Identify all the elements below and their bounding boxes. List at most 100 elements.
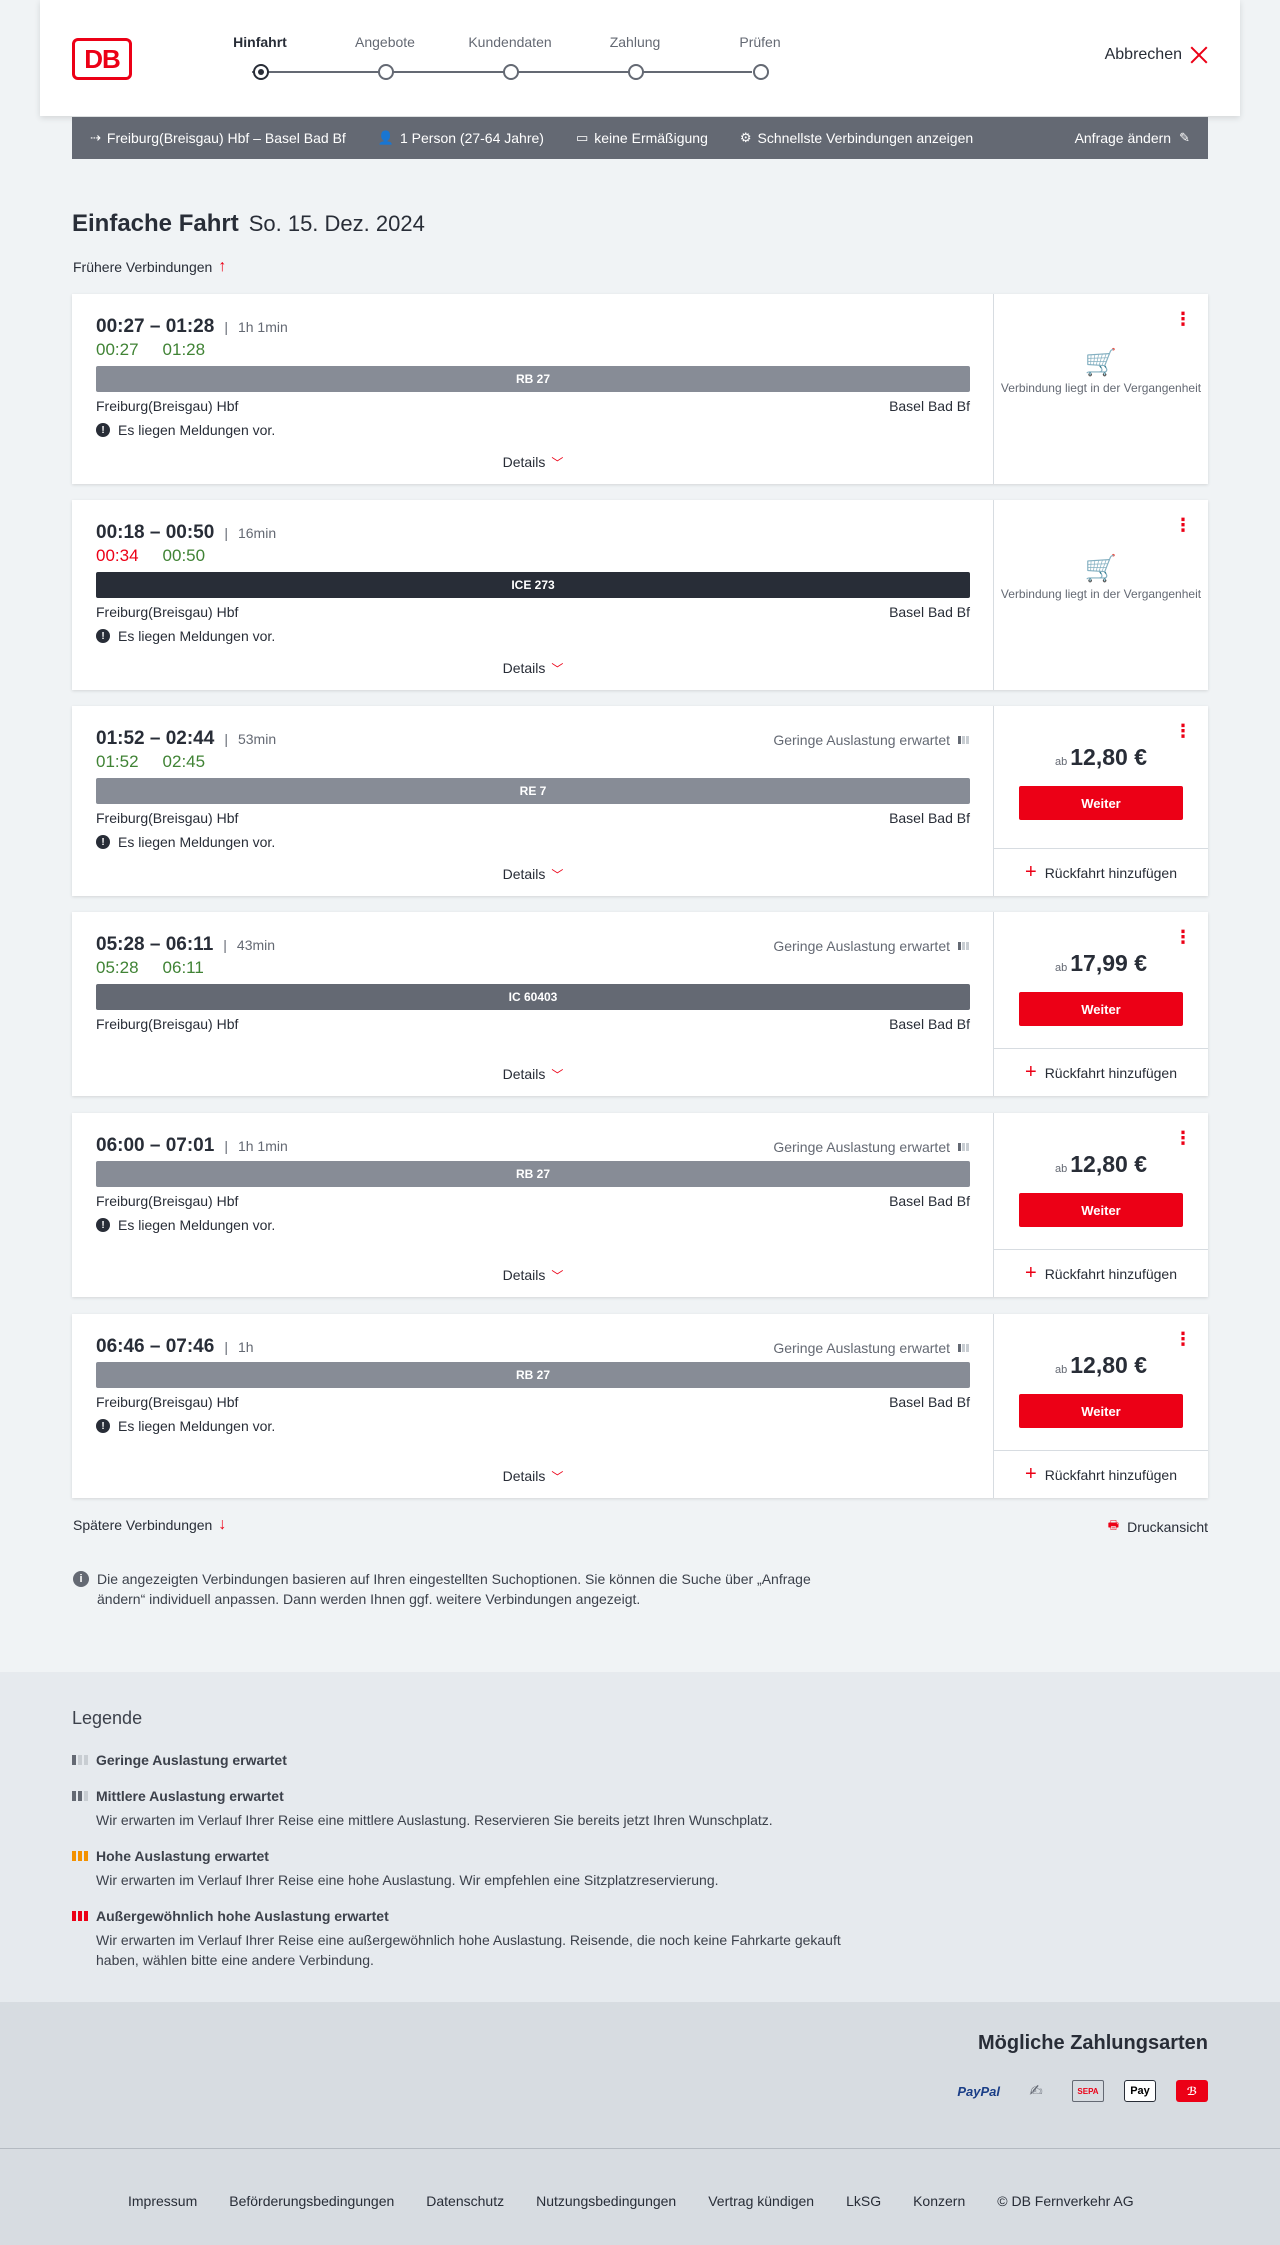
summary-persons[interactable]: 👤 1 Person (27-64 Jahre) [378,130,544,146]
train-bar[interactable]: RE 7 [96,778,970,804]
cancel-button[interactable]: Abbrechen [1105,46,1208,64]
summary-route[interactable]: ⇢ Freiburg(Breisgau) Hbf – Basel Bad Bf [90,130,346,146]
train-bar[interactable]: RB 27 [96,366,970,392]
route-text: Freiburg(Breisgau) Hbf – Basel Bad Bf [106,130,346,146]
footer-link-impressum[interactable]: Impressum [128,2193,197,2209]
train-bar[interactable]: RB 27 [96,1161,970,1187]
plus-icon: + [1025,1463,1037,1485]
train-bar[interactable]: IC 60403 [96,984,970,1010]
details-toggle[interactable]: Details ﹀ [72,660,994,677]
step-label: Prüfen [739,34,781,50]
step-kundendaten: Kundendaten [460,34,560,80]
connection-card[interactable]: 00:27 – 01:28 | 1h 1min 00:27 01:28 RB 27 Frei… [72,294,1208,484]
db-logo[interactable]: DB [72,38,132,80]
details-toggle[interactable]: Details ﹀ [72,1468,994,1485]
alert-icon: ! [96,423,110,437]
occupancy-low-icon [958,942,969,950]
more-options-icon[interactable]: ⋮ [1174,310,1192,328]
add-return-trip-button[interactable]: + Rückfahrt hinzufügen [994,1249,1208,1297]
earlier-connections-link[interactable]: Frühere Verbindungen ↑ [73,258,226,276]
legend-title: Legende [72,1708,143,1728]
summary-discount[interactable]: ▭ keine Ermäßigung [576,130,708,146]
details-toggle[interactable]: Details ﹀ [72,866,994,883]
footer-link-vertrag-kuendigen[interactable]: Vertrag kündigen [708,2193,814,2209]
separator: | [224,319,228,335]
connection-card[interactable]: 05:28 – 06:11 | 43min 05:28 06:11 Geringe Aus… [72,912,1208,1096]
origin-station: Freiburg(Breisgau) Hbf [96,1193,239,1209]
more-options-icon[interactable]: ⋮ [1174,1330,1192,1348]
offer-panel: ⋮ 🛒 Verbindung liegt in der Vergangenheit [994,294,1208,484]
past-text: Verbindung liegt in der Vergangenheit [1000,587,1202,601]
occupancy-text: Geringe Auslastung erwartet [773,1340,950,1356]
return-label: Rückfahrt hinzufügen [1044,1466,1177,1483]
step-dot [378,64,394,80]
realtime-row: 01:52 02:45 [96,752,229,772]
chevron-down-icon: ﹀ [551,662,564,676]
occupancy-high-icon [72,1851,88,1861]
stations-row: Freiburg(Breisgau) Hbf Basel Bad Bf [96,810,970,826]
connection-card[interactable]: 00:18 – 00:50 | 16min 00:34 00:50 ICE 273 Frei… [72,500,1208,690]
occupancy-text: Geringe Auslastung erwartet [773,938,950,954]
more-options-icon[interactable]: ⋮ [1174,928,1192,946]
add-return-trip-button[interactable]: + Rückfahrt hinzufügen [994,1450,1208,1498]
step-dot-active [253,64,269,80]
destination-station: Basel Bad Bf [889,1016,970,1032]
add-return-trip-button[interactable]: + Rückfahrt hinzufügen [994,1048,1208,1096]
footer-link-nutzung[interactable]: Nutzungsbedingungen [536,2193,676,2209]
separator: | [224,1138,228,1154]
planned-times: 05:28 – 06:11 [96,934,214,955]
notice: ! Es liegen Meldungen vor. [96,1217,275,1233]
offer-panel: ⋮ ab 17,99 € Weiter + Rückfahrt hinzufügen [994,912,1208,1096]
legend-item-title: Geringe Auslastung erwartet [96,1752,287,1768]
add-return-trip-button[interactable]: + Rückfahrt hinzufügen [994,848,1208,896]
legend-item-title: Mittlere Auslastung erwartet [96,1788,284,1804]
alert-icon: ! [96,1419,110,1433]
more-options-icon[interactable]: ⋮ [1174,516,1192,534]
separator: | [224,1339,228,1355]
duration: 53min [237,731,277,747]
occupancy-info: Geringe Auslastung erwartet [773,1139,969,1155]
footer-link-lksg[interactable]: LkSG [846,2193,881,2209]
print-view-link[interactable]: 🖶 Druckansicht [1108,1516,1208,1537]
price: ab 17,99 € [994,950,1208,977]
train-bar[interactable]: RB 27 [96,1362,970,1388]
footer-link-datenschutz[interactable]: Datenschutz [426,2193,504,2209]
step-label: Kundendaten [468,34,552,50]
realtime-row: 00:34 00:50 [96,546,229,566]
connection-details: 00:27 – 01:28 | 1h 1min 00:27 01:28 RB 27 Frei… [72,294,994,484]
cart-unavailable-icon: 🛒 [1084,347,1118,377]
connection-card[interactable]: 01:52 – 02:44 | 53min 01:52 02:45 Geringe Aus… [72,706,1208,896]
notice-text: Es liegen Meldungen vor. [118,422,276,438]
details-toggle[interactable]: Details ﹀ [72,454,994,471]
weiter-button[interactable]: Weiter [1019,786,1183,820]
footer-link-konzern[interactable]: Konzern [913,2193,965,2209]
connection-card[interactable]: 06:00 – 07:01 | 1h 1min Geringe Auslastung … [72,1113,1208,1297]
details-toggle[interactable]: Details ﹀ [72,1066,994,1083]
printer-icon: 🖶 [1107,1518,1120,1532]
later-label: Spätere Verbindungen [73,1517,213,1533]
weiter-button[interactable]: Weiter [1019,1394,1183,1428]
alert-icon: ! [96,1218,110,1232]
train-bar[interactable]: ICE 273 [96,572,970,598]
summary-fastest[interactable]: ⚙ Schnellste Verbindungen anzeigen [740,130,973,146]
trip-date: So. 15. Dez. 2024 [248,211,425,236]
realtime-departure: 00:27 [96,340,139,359]
price: ab 12,80 € [994,1352,1208,1379]
legend-item-very-high: Außergewöhnlich hohe Auslastung erwartet… [72,1908,872,1970]
notice: ! Es liegen Meldungen vor. [96,628,275,644]
step-dot [753,64,769,80]
details-label: Details [502,660,546,676]
weiter-button[interactable]: Weiter [1019,1193,1183,1227]
occupancy-info: Geringe Auslastung erwartet [773,938,969,954]
connection-card[interactable]: 06:46 – 07:46 | 1h Geringe Auslastung erwar… [72,1314,1208,1498]
more-options-icon[interactable]: ⋮ [1174,1129,1192,1147]
change-request-button[interactable]: Anfrage ändern ✎ [1075,130,1190,146]
price-value: 17,99 € [1070,950,1147,976]
more-options-icon[interactable]: ⋮ [1174,722,1192,740]
legend-item-medium: Mittlere Auslastung erwartet Wir erwarte… [72,1788,872,1830]
weiter-button[interactable]: Weiter [1019,992,1183,1026]
footer-link-befoerderung[interactable]: Beförderungsbedingungen [229,2193,394,2209]
later-connections-link[interactable]: Spätere Verbindungen ↓ [73,1516,226,1534]
details-toggle[interactable]: Details ﹀ [72,1267,994,1284]
chevron-down-icon: ﹀ [551,1068,564,1082]
